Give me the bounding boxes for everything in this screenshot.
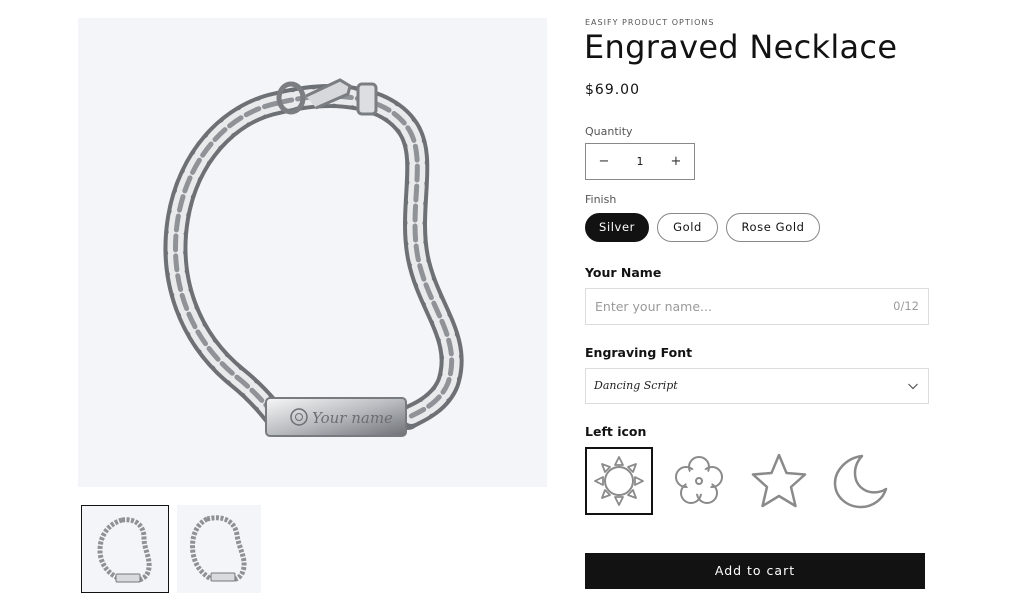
finish-option-silver[interactable]: Silver [585, 213, 649, 242]
left-icon-option-star[interactable] [745, 447, 813, 515]
chevron-down-icon [908, 383, 918, 390]
left-icon-option-sun[interactable] [585, 447, 653, 515]
product-main-image[interactable]: Your name [78, 18, 547, 487]
thumbnail-necklace-illustration [97, 517, 152, 583]
your-name-heading: Your Name [585, 265, 662, 280]
finish-option-rose-gold[interactable]: Rose Gold [726, 213, 820, 242]
quantity-label: Quantity [585, 125, 633, 138]
quantity-input[interactable]: 1 [622, 144, 658, 179]
flower-icon [675, 456, 723, 504]
finish-option-gold[interactable]: Gold [657, 213, 718, 242]
plate-engraving-text: Your name [312, 409, 393, 427]
left-icon-heading: Left icon [585, 424, 647, 439]
add-to-cart-button[interactable]: Add to cart [585, 553, 925, 589]
star-icon [751, 453, 807, 508]
engraving-font-heading: Engraving Font [585, 345, 693, 360]
character-counter: 0/12 [893, 299, 919, 313]
product-price: $69.00 [585, 82, 640, 98]
left-icon-option-moon[interactable] [826, 447, 894, 515]
engraving-font-select[interactable]: Dancing Script [585, 368, 929, 404]
moon-icon [833, 454, 888, 509]
your-name-placeholder: Enter your name... [595, 299, 712, 314]
quantity-increase-button[interactable]: + [658, 144, 694, 179]
quantity-decrease-button[interactable]: − [586, 144, 622, 179]
finish-label: Finish [585, 193, 617, 206]
product-vendor: EASIFY PRODUCT OPTIONS [585, 18, 715, 27]
thumbnail-1[interactable] [81, 505, 169, 593]
engraving-font-value: Dancing Script [594, 379, 678, 392]
quantity-stepper: − 1 + [585, 143, 695, 180]
your-name-input[interactable]: Enter your name... 0/12 [585, 288, 929, 325]
left-icon-option-flower[interactable] [665, 447, 733, 515]
product-title: Engraved Necklace [584, 28, 898, 66]
sun-icon [594, 456, 644, 506]
necklace-illustration: Your name [163, 78, 464, 437]
thumbnail-necklace-illustration [190, 515, 247, 582]
thumbnail-2[interactable] [177, 505, 261, 593]
